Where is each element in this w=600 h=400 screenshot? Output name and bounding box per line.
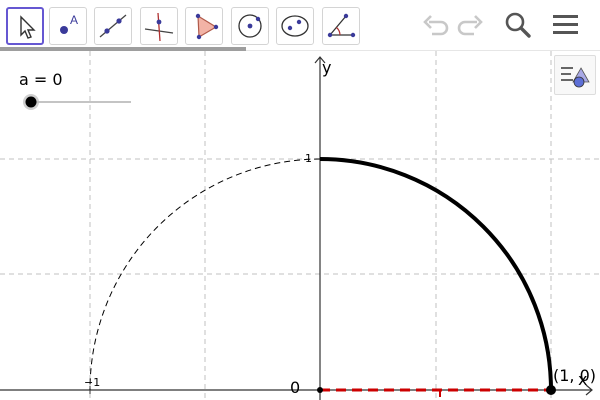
line-through-points-icon	[99, 14, 127, 38]
redo-icon[interactable]	[454, 8, 488, 42]
point-tool-button[interactable]: A	[49, 7, 87, 45]
polygon-icon	[195, 13, 219, 40]
y-axis-label: y	[322, 58, 332, 77]
point-one-zero[interactable]	[546, 385, 556, 395]
origin-point[interactable]	[317, 387, 323, 393]
search-icon[interactable]	[501, 8, 535, 42]
undo-icon[interactable]	[418, 8, 452, 42]
arrow-pointer-icon	[20, 15, 36, 39]
circle-tool-button[interactable]	[231, 7, 269, 45]
slider-handle[interactable]	[25, 96, 37, 108]
x-tick-label-neg-one: −1	[84, 376, 101, 389]
conic-tool-button[interactable]	[276, 7, 314, 45]
toolbar: A	[0, 0, 600, 51]
angle-tool-button[interactable]	[322, 7, 360, 45]
dashed-arc	[89, 158, 321, 391]
slider-value: 0	[52, 70, 63, 89]
circle-center-point-icon	[238, 14, 262, 38]
svg-text:A: A	[70, 13, 78, 27]
point-label-icon: A	[60, 13, 78, 34]
style-bar-toggle-button[interactable]	[554, 55, 596, 95]
perpendicular-line-icon	[144, 12, 174, 42]
polygon-tool-button[interactable]	[185, 7, 223, 45]
style-bar-icon	[561, 67, 590, 88]
point-label: (1, 0)	[553, 366, 597, 385]
origin-label: 0	[290, 378, 301, 397]
grid	[0, 51, 600, 400]
slider-equals: =	[33, 70, 48, 89]
angle-icon	[327, 13, 356, 38]
line-tool-button[interactable]	[94, 7, 132, 45]
move-tool-button[interactable]	[6, 7, 44, 45]
ellipse-icon	[281, 15, 309, 37]
slider-name: a	[19, 70, 29, 89]
perpendicular-tool-button[interactable]	[140, 7, 178, 45]
slider-label: a = 0	[19, 70, 63, 89]
graphics-view[interactable]	[0, 51, 600, 400]
y-tick-label-one: 1	[305, 152, 312, 165]
menu-icon[interactable]	[548, 8, 582, 42]
